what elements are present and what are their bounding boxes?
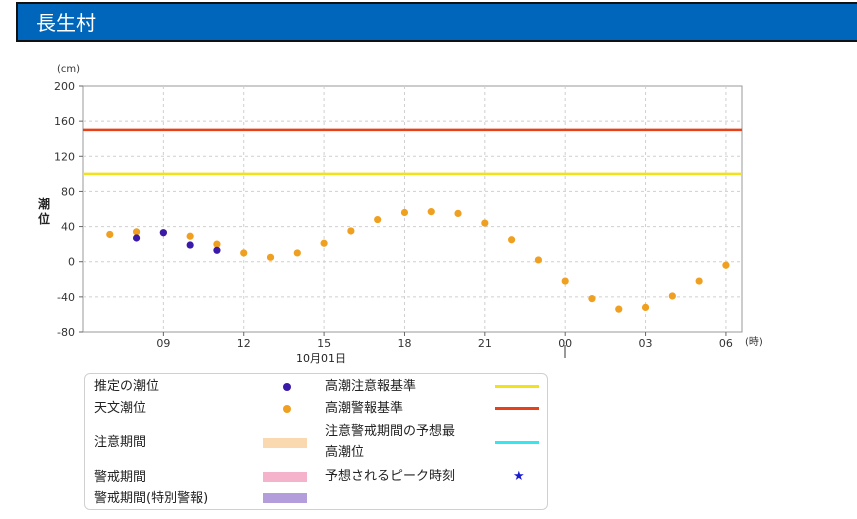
y-tick-label: 80 [61, 185, 75, 198]
astronomical-point [427, 208, 435, 216]
astronomical-point [293, 249, 301, 257]
legend-forecast-max-line [495, 441, 539, 444]
y-tick-label: 40 [61, 221, 75, 234]
estimated-point [213, 246, 221, 254]
legend-special-warning-label: 警戒期間(特別警報) [94, 491, 209, 506]
astronomical-point [132, 228, 141, 236]
legend-forecast-max-label-1: 注意警戒期間の予想最 [325, 424, 456, 439]
astronomical-point [374, 215, 382, 224]
legend-advisory-label: 高潮注意報基準 [325, 379, 417, 394]
x-tick-label: 12 [237, 337, 251, 350]
y-tick-label: 0 [68, 256, 75, 269]
astronomical-point [588, 295, 596, 303]
y-axis-label-char: 潮 [38, 196, 50, 211]
x-tick-label: 18 [397, 337, 411, 350]
legend-caution-period-swatch [263, 438, 307, 448]
y-tick-label: 160 [54, 115, 75, 128]
legend-forecast-max-label-2: 高潮位 [325, 445, 365, 460]
chart-legend: 推定の潮位 天文潮位 注意期間 警戒期間 警戒期間(特別警報) 高潮注意報基準 … [84, 373, 548, 510]
astronomical-point [454, 209, 462, 217]
astronomical-point [400, 208, 409, 217]
astronomical-point [266, 253, 275, 261]
legend-special-warning-swatch [263, 493, 307, 503]
y-unit-label: (cm) [57, 64, 80, 75]
astronomical-point [240, 249, 248, 257]
y-tick-label: -80 [57, 326, 75, 339]
plot-area [82, 85, 743, 333]
astronomical-point [213, 240, 221, 248]
legend-peak-time-label: 予想されるピーク時刻 [325, 469, 456, 484]
astronomical-point [347, 227, 355, 235]
astronomical-point [186, 232, 194, 240]
legend-peak-time-star-icon: ★ [513, 469, 525, 484]
astronomical-point [641, 303, 650, 311]
legend-estimated-marker [283, 383, 291, 391]
legend-warning-period-label: 警戒期間 [94, 470, 147, 485]
date-label: 10月01日 [296, 352, 346, 365]
y-axis-label: 潮位 [38, 196, 50, 226]
legend-warning-period-swatch [263, 472, 307, 482]
x-axis: 09 12 15 18 21 00 03 06 [156, 332, 733, 350]
astronomical-point [668, 292, 676, 300]
astronomical-point [481, 219, 489, 227]
y-axis-label-char: 位 [38, 211, 50, 226]
y-tick-label: -40 [57, 291, 75, 304]
astronomical-point [106, 230, 114, 239]
legend-advisory-line [495, 385, 539, 388]
astronomical-point [561, 277, 569, 285]
y-tick-label: 200 [54, 80, 75, 93]
y-tick-label: 120 [54, 150, 75, 163]
astronomical-point [320, 239, 328, 247]
x-tick-label: 03 [639, 337, 653, 350]
y-axis: -80 -40 0 40 80 120 160 200 [54, 80, 83, 339]
x-tick-label: 15 [317, 337, 331, 350]
legend-astronomical-marker [283, 405, 291, 413]
legend-warning-line [495, 407, 539, 410]
astronomical-point [534, 256, 543, 264]
estimated-point [159, 229, 167, 237]
legend-caution-period-label: 注意期間 [94, 435, 147, 450]
x-tick-label: 21 [478, 337, 492, 350]
astronomical-point [615, 305, 623, 313]
x-tick-label: 09 [156, 337, 170, 350]
legend-astronomical-label: 天文潮位 [94, 401, 147, 416]
legend-warning-label: 高潮警報基準 [325, 401, 404, 416]
legend-estimated-label: 推定の潮位 [94, 379, 160, 394]
x-tick-label: 06 [719, 337, 733, 350]
astronomical-point [722, 261, 730, 269]
astronomical-point [695, 277, 703, 285]
x-unit-label: (時) [745, 336, 763, 348]
estimated-point [186, 241, 194, 249]
astronomical-point [508, 236, 516, 244]
estimated-point [132, 234, 141, 242]
